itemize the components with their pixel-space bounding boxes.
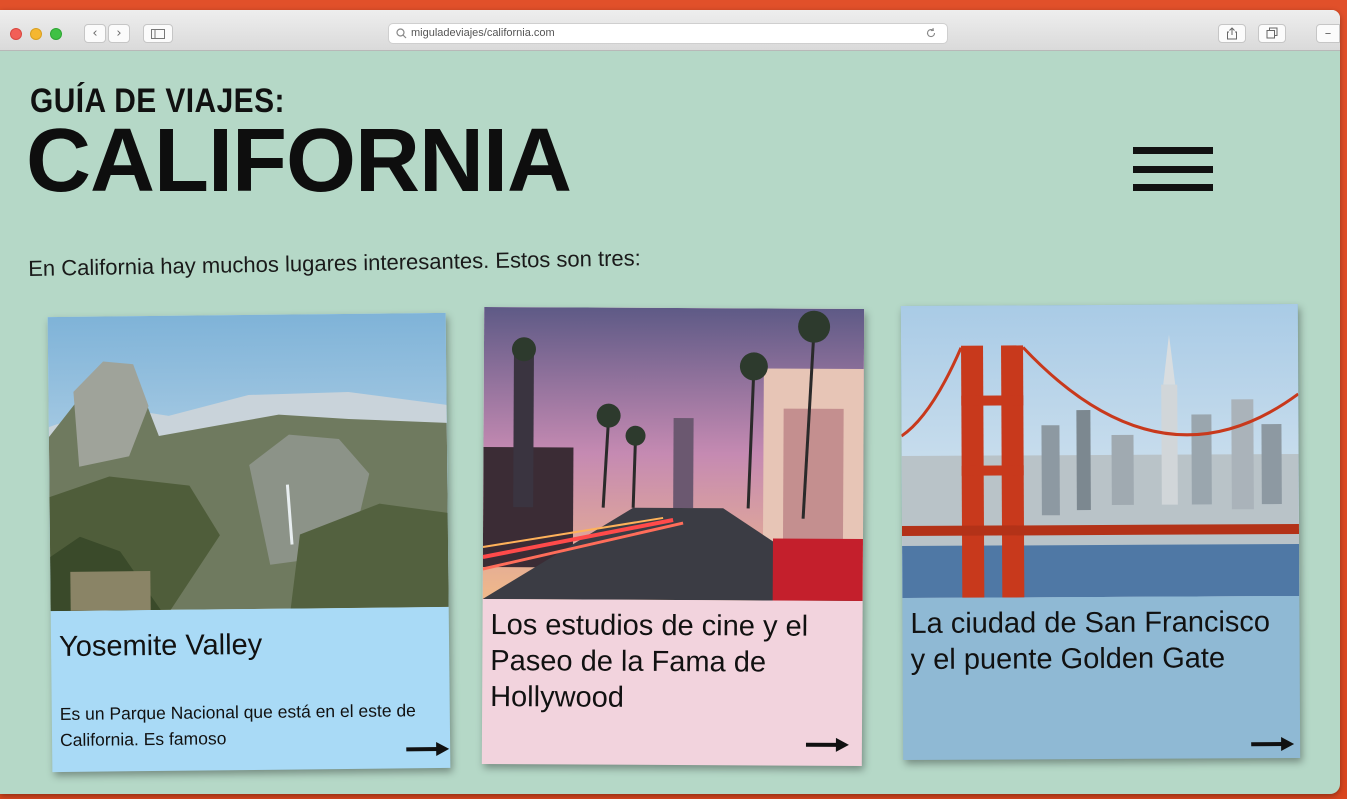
close-light[interactable] (10, 28, 22, 40)
hamburger-menu-icon[interactable] (1133, 147, 1213, 195)
card-san-francisco[interactable]: La ciudad de San Francisco y el puente G… (900, 303, 1301, 761)
card-yosemite[interactable]: Yosemite Valley Es un Parque Nacional qu… (47, 312, 451, 773)
card-description: Es un Parque Nacional que está en el est… (59, 700, 416, 750)
share-icon[interactable] (1218, 24, 1246, 43)
forward-icon[interactable]: › (108, 24, 130, 43)
url-text: miguladeviajes/california.com (411, 27, 555, 39)
zoom-light[interactable] (50, 28, 62, 40)
search-icon (396, 28, 407, 39)
arrow-right-icon[interactable] (1251, 736, 1295, 752)
sidebar-icon[interactable] (143, 24, 173, 43)
card-title: La ciudad de San Francisco y el puente G… (910, 606, 1271, 676)
back-icon[interactable]: ‹ (84, 24, 106, 43)
card-title: Los estudios de cine y el Paseo de la Fa… (490, 609, 809, 714)
yosemite-image (47, 312, 449, 612)
tabs-icon[interactable] (1258, 24, 1286, 43)
hollywood-image (482, 307, 865, 601)
san-francisco-image (900, 303, 1300, 599)
arrow-right-icon[interactable] (805, 737, 850, 753)
new-tab-icon[interactable]: – (1316, 24, 1340, 43)
browser-toolbar: ‹ › miguladeviajes/california.com – (0, 10, 1340, 51)
arrow-right-icon[interactable] (406, 741, 450, 757)
page-title: CALIFORNIA (26, 111, 572, 211)
card-hollywood[interactable]: Los estudios de cine y el Paseo de la Fa… (481, 307, 865, 766)
card-title: Yosemite Valley (58, 628, 263, 663)
minimize-light[interactable] (30, 28, 42, 40)
address-bar[interactable]: miguladeviajes/california.com (388, 23, 948, 44)
browser-window: ‹ › miguladeviajes/california.com – GUÍA… (0, 10, 1340, 794)
reload-icon[interactable] (925, 27, 937, 39)
intro-text: En California hay muchos lugares interes… (28, 245, 641, 281)
